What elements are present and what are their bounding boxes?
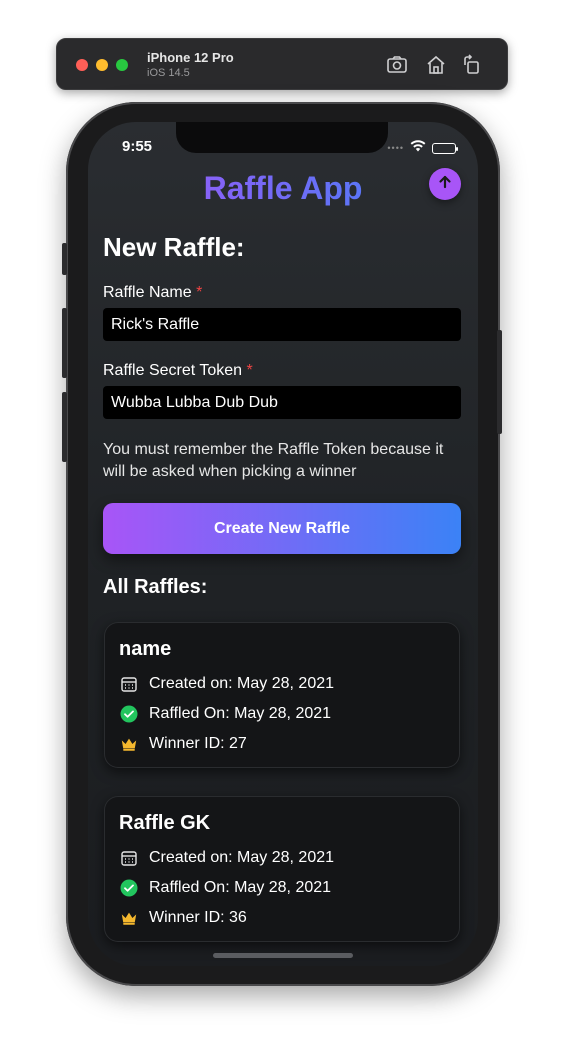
raffled-date: Raffled On: May 28, 2021: [149, 879, 332, 896]
raffle-name-input[interactable]: [103, 308, 461, 341]
raffled-row: Raffled On: May 28, 2021: [119, 878, 331, 898]
created-row: Created on: May 28, 2021: [119, 674, 334, 694]
token-hint: You must remember the Raffle Token becau…: [103, 441, 444, 480]
check-circle-icon: [119, 878, 139, 898]
phone-screen: 9:55 •••• Raffle App New Raffle: Raffle …: [88, 122, 478, 966]
new-raffle-heading: New Raffle:: [103, 232, 245, 262]
volume-up-button: [62, 308, 67, 378]
simulator-title-bar: iPhone 12 Pro iOS 14.5: [56, 38, 508, 90]
upload-button[interactable]: [429, 168, 461, 200]
created-date: Created on: May 28, 2021: [149, 849, 335, 866]
os-version: iOS 14.5: [147, 67, 190, 79]
home-icon[interactable]: [424, 53, 448, 77]
close-window-button[interactable]: [76, 59, 88, 71]
crown-icon: [119, 734, 139, 754]
created-date: Created on: May 28, 2021: [149, 675, 335, 692]
winner-id: Winner ID: 27: [149, 735, 247, 752]
volume-down-button: [62, 392, 67, 462]
calendar-icon: [119, 848, 139, 868]
raffle-token-label: Raffle Secret Token *: [103, 362, 253, 380]
create-raffle-button[interactable]: Create New Raffle: [103, 503, 461, 554]
all-raffles-heading: All Raffles:: [103, 576, 208, 598]
mute-switch: [62, 243, 67, 275]
required-marker: *: [196, 284, 203, 301]
rotate-icon[interactable]: [460, 53, 484, 77]
raffle-card[interactable]: Raffle GK Created on: May 28, 2021 Raffl…: [104, 796, 460, 942]
raffle-name-label-text: Raffle Name: [103, 284, 192, 301]
raffled-row: Raffled On: May 28, 2021: [119, 704, 331, 724]
minimize-window-button[interactable]: [96, 59, 108, 71]
zoom-window-button[interactable]: [116, 59, 128, 71]
raffled-date: Raffled On: May 28, 2021: [149, 705, 332, 722]
check-circle-icon: [119, 704, 139, 724]
raffle-token-label-text: Raffle Secret Token: [103, 362, 243, 379]
status-indicators: ••••: [387, 139, 458, 157]
calendar-icon: [119, 674, 139, 694]
winner-row: Winner ID: 36: [119, 908, 247, 928]
raffle-card-title: Raffle GK: [119, 812, 211, 834]
crown-icon: [119, 908, 139, 928]
arrow-up-icon: [437, 174, 453, 195]
wifi-icon: [410, 139, 426, 157]
screenshot-icon[interactable]: [385, 53, 409, 77]
raffle-token-input[interactable]: [103, 386, 461, 419]
status-time: 9:55: [122, 138, 153, 155]
winner-id: Winner ID: 36: [149, 909, 247, 926]
required-marker: *: [246, 362, 253, 379]
power-button: [497, 330, 502, 434]
winner-row: Winner ID: 27: [119, 734, 247, 754]
device-name: iPhone 12 Pro: [147, 50, 234, 65]
home-indicator[interactable]: [213, 953, 353, 958]
signal-dots: ••••: [387, 143, 404, 153]
app-title: Raffle App: [88, 170, 478, 207]
created-row: Created on: May 28, 2021: [119, 848, 334, 868]
notch: [176, 122, 388, 153]
raffle-card-title: name: [119, 638, 172, 660]
raffle-name-label: Raffle Name *: [103, 284, 202, 302]
raffle-card[interactable]: name Created on: May 28, 2021 Raffled On…: [104, 622, 460, 768]
battery-icon: [432, 142, 458, 154]
